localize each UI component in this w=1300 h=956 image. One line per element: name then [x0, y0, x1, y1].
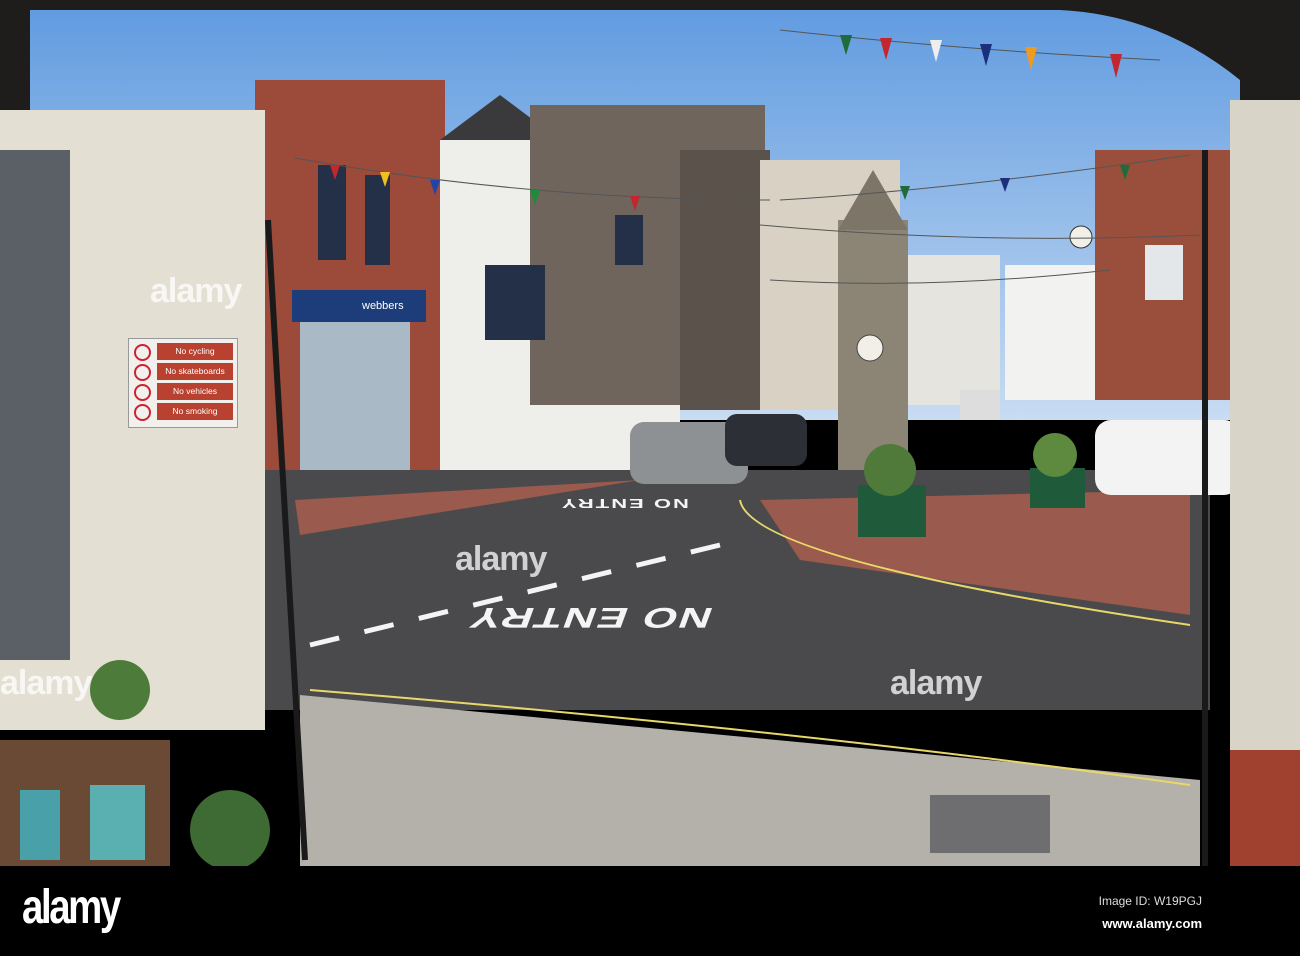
watermark: alamy: [0, 664, 92, 702]
sign-line: No smoking: [134, 403, 233, 421]
left-shop-window: [0, 150, 70, 660]
pavement: [300, 695, 1200, 866]
site-url[interactable]: www.alamy.com: [1102, 916, 1202, 931]
road-marking-no-entry-far: NO ENTRY: [560, 495, 689, 511]
street-photo: [0, 0, 1300, 866]
alamy-logo: alamy: [22, 881, 121, 934]
watermark: alamy: [150, 272, 242, 310]
footer-bar: alamy Image ID: W19PGJ www.alamy.com: [0, 866, 1300, 956]
image-id: Image ID: W19PGJ: [1098, 894, 1202, 908]
sign-line: No skateboards: [134, 363, 233, 381]
sign-line: No vehicles: [134, 383, 233, 401]
watermark: alamy: [455, 540, 547, 578]
road-marking-no-entry: NO ENTRY: [464, 601, 718, 634]
sign-line: No cycling: [134, 343, 233, 361]
clock-face: [856, 334, 884, 362]
shop-sign: webbers: [292, 290, 426, 322]
manhole-cover: [930, 795, 1050, 853]
watermark: alamy: [890, 664, 982, 702]
prohibition-sign: No cycling No skateboards No vehicles No…: [128, 338, 238, 428]
